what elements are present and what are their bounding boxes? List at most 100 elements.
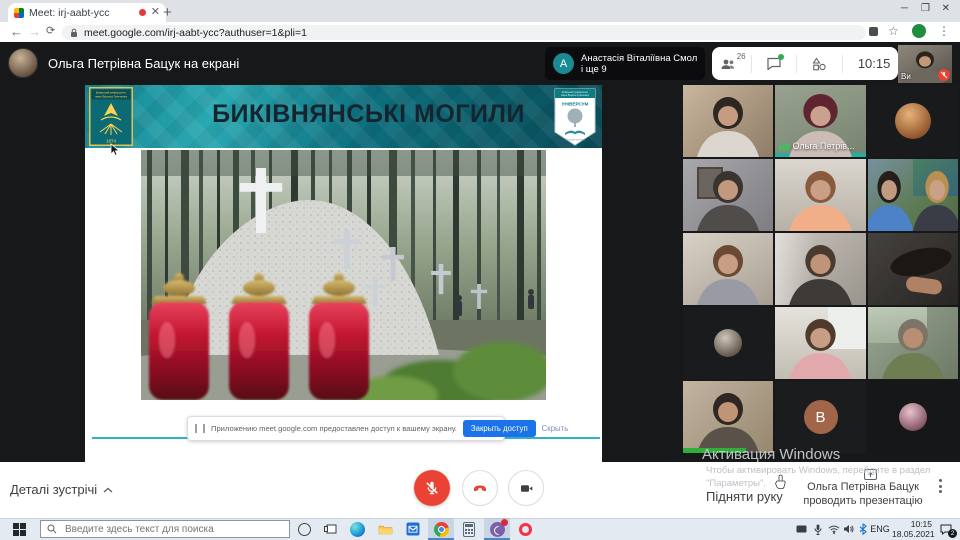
slide-banner: Київський університет імені Бориса Грінч…: [85, 85, 602, 148]
new-tab-button[interactable]: +: [163, 4, 172, 21]
participant-tile[interactable]: [683, 85, 773, 157]
tray-bluetooth-icon[interactable]: [856, 518, 869, 540]
profile-avatar[interactable]: [912, 24, 926, 38]
viber-icon: [490, 522, 505, 537]
calculator-app-icon[interactable]: [456, 518, 482, 540]
browser-tab[interactable]: Meet: irj-aabt-ycc ✕: [8, 3, 166, 22]
svg-text:УНІВЕРСУМ: УНІВЕРСУМ: [562, 102, 589, 107]
presenting-status: Ольга Петрівна Бацук проводить презентац…: [788, 481, 938, 508]
forward-button[interactable]: →: [28, 25, 41, 38]
search-input[interactable]: [63, 523, 283, 536]
calculator-icon: [463, 522, 475, 537]
hide-notification-link[interactable]: Скрыть: [542, 424, 569, 433]
task-view-button[interactable]: [318, 518, 342, 540]
participant-tile[interactable]: [683, 159, 773, 231]
participant-tile[interactable]: В: [775, 381, 866, 453]
participant-pill-name: Анастасія Віталіївна Смолян...: [581, 53, 697, 64]
window-close-button[interactable]: ✕: [942, 3, 950, 14]
browser-menu-icon[interactable]: ⋮: [938, 24, 950, 38]
svg-text:Фаховий коледж: Фаховий коледж: [565, 138, 585, 142]
viber-app-icon[interactable]: [484, 518, 510, 540]
presenter-banner: Ольга Петрівна Бацук на екрані: [8, 48, 239, 78]
tray-mic-icon[interactable]: [810, 518, 826, 540]
tray-network-icon[interactable]: [826, 518, 842, 540]
participant-name: Ольга Петрів...: [793, 141, 855, 151]
chrome-icon: [434, 522, 449, 537]
window-minimize-button[interactable]: ─: [901, 3, 908, 14]
speaking-indicator-icon: [779, 142, 789, 150]
tray-device-icon[interactable]: [792, 518, 810, 540]
bookmark-star-icon[interactable]: ☆: [888, 24, 899, 38]
divider: [751, 55, 752, 73]
taskbar-search[interactable]: [40, 520, 290, 538]
edge-app-icon[interactable]: [344, 518, 370, 540]
chevron-up-icon: [103, 487, 113, 493]
screen: Meet: irj-aabt-ycc ✕ + ─ ❐ ✕ ← → ⟳ meet.…: [0, 0, 960, 540]
chat-button[interactable]: [767, 57, 781, 70]
hand-cursor: [774, 474, 787, 489]
participant-tile-olga[interactable]: Ольга Петрів...: [775, 85, 866, 157]
window-restore-button[interactable]: ❐: [921, 3, 930, 14]
participant-tile[interactable]: [683, 381, 773, 453]
mail-icon: [406, 522, 420, 536]
participant-tile[interactable]: [868, 381, 958, 453]
participant-tile[interactable]: [868, 307, 958, 379]
mail-app-icon[interactable]: [400, 518, 426, 540]
participant-photo-avatar: [899, 403, 927, 431]
cortana-icon: [298, 523, 311, 536]
camera-button[interactable]: [508, 470, 544, 506]
selfview-label: Ви: [901, 72, 911, 81]
windows-activation-line: "Параметры".: [706, 478, 766, 489]
participant-tile[interactable]: [775, 233, 866, 305]
stop-sharing-button[interactable]: Закрыть доступ: [463, 420, 536, 437]
participant-tile[interactable]: [683, 307, 773, 379]
presenter-avatar: [8, 48, 38, 78]
windows-logo-icon: [13, 523, 26, 536]
more-options-icon[interactable]: [932, 479, 948, 493]
shared-screen: Київський університет імені Бориса Грінч…: [85, 85, 602, 462]
participant-tile[interactable]: [775, 307, 866, 379]
cortana-button[interactable]: [292, 518, 316, 540]
opera-icon: [519, 523, 532, 536]
taskbar-clock[interactable]: 10:15 18.05.2021: [892, 520, 932, 539]
folder-icon: [378, 523, 393, 535]
activities-icon: [812, 57, 826, 71]
participant-tile[interactable]: [868, 159, 958, 231]
meeting-details-button[interactable]: Деталі зустрічі: [10, 482, 113, 497]
mic-mute-button[interactable]: [414, 470, 450, 506]
end-call-button[interactable]: [462, 470, 498, 506]
action-center-button[interactable]: 2: [934, 518, 958, 540]
participant-tile[interactable]: [775, 159, 866, 231]
participant-tile[interactable]: [868, 85, 958, 157]
selfview-tile[interactable]: Ви: [898, 45, 952, 83]
participant-photo-avatar: [714, 329, 742, 357]
file-explorer-app-icon[interactable]: [372, 518, 398, 540]
chrome-app-icon[interactable]: [428, 518, 454, 540]
people-button[interactable]: 26: [720, 58, 736, 70]
reload-button[interactable]: ⟳: [46, 25, 55, 38]
end-call-icon: [472, 480, 488, 496]
language-switcher[interactable]: ENG: [869, 518, 891, 540]
participants-pill[interactable]: А Анастасія Віталіївна Смолян... і ще 9: [545, 47, 705, 80]
extension-icon[interactable]: [868, 26, 879, 37]
tray-volume-icon[interactable]: [841, 518, 856, 540]
back-button[interactable]: ←: [10, 25, 23, 38]
address-bar[interactable]: meet.google.com/irj-aabt-ycc?authuser=1&…: [62, 25, 866, 40]
opera-app-icon[interactable]: [512, 518, 538, 540]
slide-title: БИКІВНЯНСЬКІ МОГИЛИ: [205, 100, 532, 129]
university-logo: Київський університет імені Бориса Грінч…: [89, 87, 133, 146]
screen-share-notification: Приложению meet.google.com предоставлен …: [187, 416, 505, 441]
divider: [842, 55, 843, 73]
svg-text:Київський університет: Київський університет: [562, 90, 589, 94]
universum-logo: Київський університет імені Бориса Грінч…: [554, 88, 596, 146]
people-count: 26: [737, 52, 746, 61]
meeting-clock: 10:15: [858, 56, 891, 71]
participant-name-overlay: Ольга Петрів...: [779, 141, 855, 151]
participant-tile[interactable]: [683, 233, 773, 305]
tab-close-icon[interactable]: ✕: [151, 7, 160, 18]
task-view-icon: [324, 524, 337, 535]
start-button[interactable]: [0, 518, 38, 540]
raise-hand-button[interactable]: Підняти руку: [706, 489, 783, 504]
activities-button[interactable]: [812, 57, 826, 71]
participant-tile[interactable]: [868, 233, 958, 305]
